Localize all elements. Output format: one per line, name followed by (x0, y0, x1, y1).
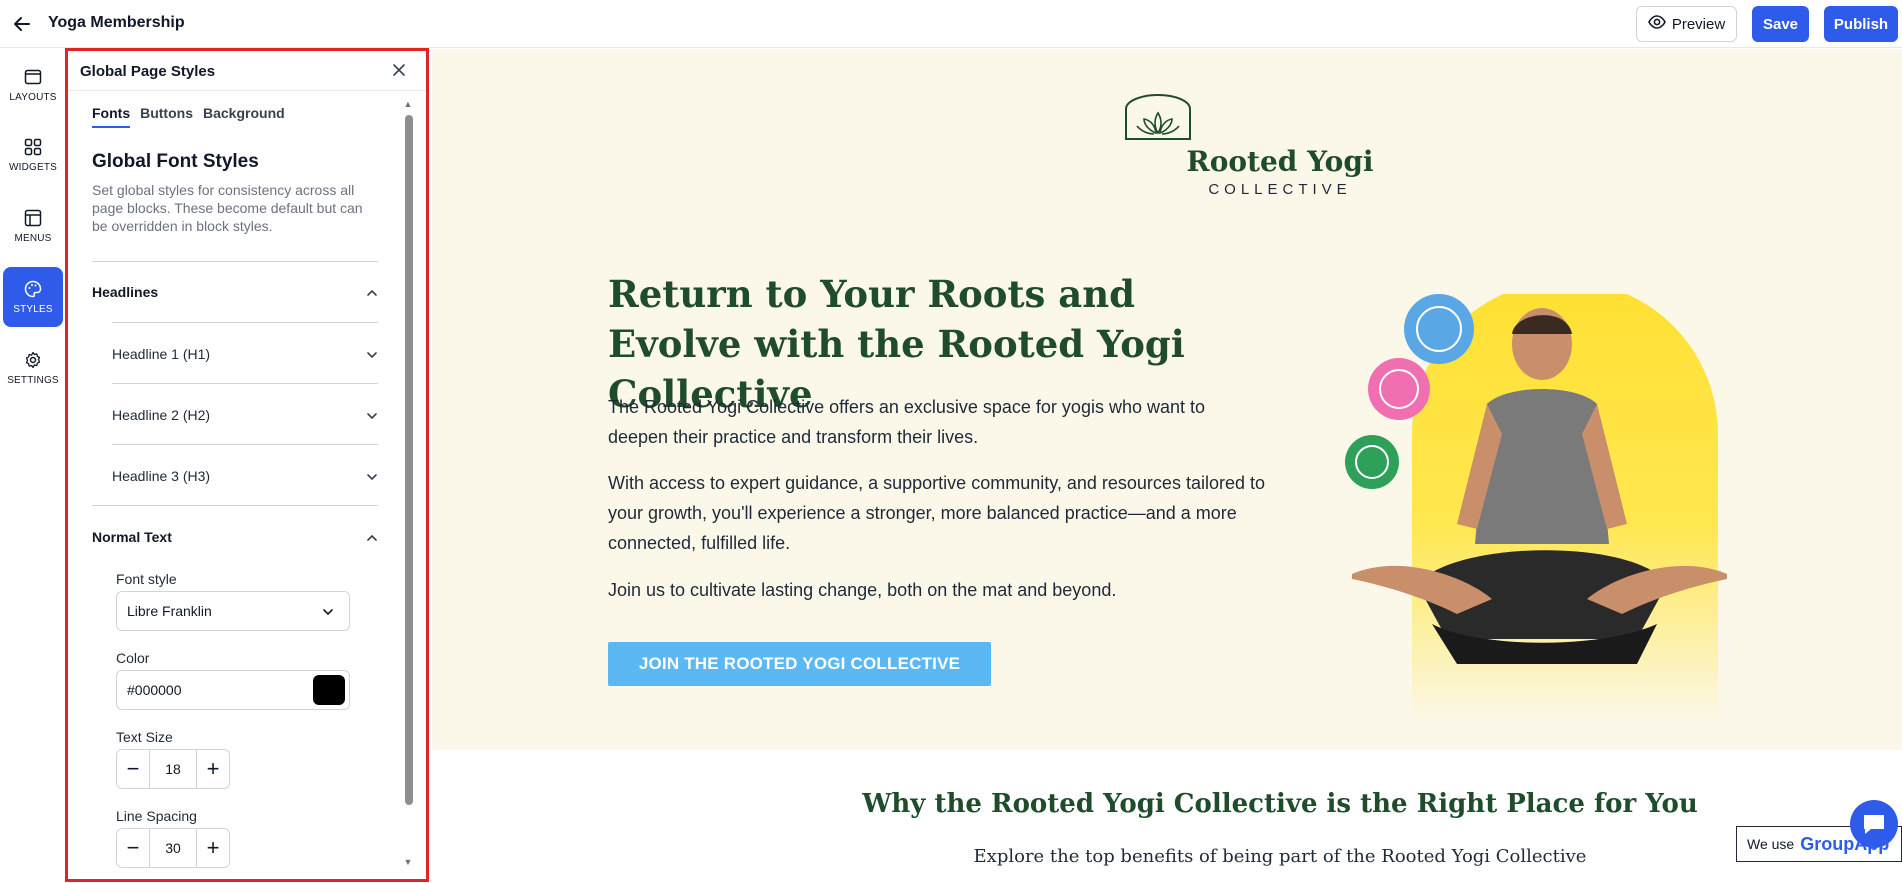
panel-title: Global Page Styles (80, 63, 216, 80)
widgets-grid-icon (24, 138, 42, 155)
rail-item-styles[interactable]: STYLES (3, 267, 63, 327)
eye-icon (1647, 15, 1666, 33)
chevron-down-icon (323, 609, 333, 616)
rail-item-layouts[interactable]: LAYOUTS (3, 55, 63, 115)
meditating-man-image (1345, 294, 1727, 724)
text-size-label: Text Size (116, 729, 173, 745)
accordion-headline-3[interactable]: Headline 3 (H3) (112, 468, 210, 484)
line-spacing-label: Line Spacing (116, 808, 197, 824)
tab-buttons[interactable]: Buttons (140, 105, 193, 128)
text-size-value[interactable]: 18 (149, 750, 197, 788)
scroll-down-arrow-icon[interactable]: ▼ (403, 857, 413, 867)
hero-paragraph: The Rooted Yogi Collective offers an exc… (608, 397, 1206, 447)
brand-subtitle: COLLECTIVE (1208, 181, 1352, 198)
rail-item-menus[interactable]: MENUS (3, 196, 63, 256)
minus-icon[interactable]: − (117, 750, 149, 788)
rail-item-label: WIDGETS (8, 161, 58, 173)
divider (92, 261, 378, 262)
chat-bubble-icon[interactable] (1850, 800, 1898, 848)
rail-item-widgets[interactable]: WIDGETS (3, 125, 63, 185)
preview-button[interactable]: Preview (1636, 6, 1737, 42)
join-button[interactable]: JOIN THE ROOTED YOGI COLLECTIVE (608, 642, 991, 686)
back-arrow-icon[interactable] (10, 12, 34, 36)
text-size-stepper: − 18 + (116, 749, 230, 789)
section-title: Global Font Styles (92, 151, 259, 172)
save-button[interactable]: Save (1752, 6, 1809, 42)
tab-background[interactable]: Background (203, 105, 285, 128)
plus-icon[interactable]: + (197, 829, 229, 867)
panel-header: Global Page Styles (68, 51, 426, 91)
benefits-subheading: Explore the top benefits of being part o… (973, 846, 1587, 867)
palette-icon (24, 280, 42, 297)
hero-section[interactable]: Rooted Yogi COLLECTIVE Return to Your Ro… (432, 49, 1902, 750)
font-style-label: Font style (116, 571, 177, 587)
chevron-down-icon[interactable] (365, 409, 379, 423)
left-rail: LAYOUTS WIDGETS MENUS STYLES SETTINGS (0, 49, 64, 883)
brand-name: Rooted Yogi (1186, 145, 1374, 178)
close-icon[interactable] (391, 62, 409, 80)
color-swatch[interactable] (313, 675, 345, 705)
cookie-text: We use (1747, 836, 1795, 852)
menus-icon (24, 209, 42, 226)
accordion-headline-1[interactable]: Headline 1 (H1) (112, 346, 210, 362)
chevron-down-icon[interactable] (365, 348, 379, 362)
line-spacing-stepper: − 30 + (116, 828, 230, 868)
panel-tabs: Fonts Buttons Background (92, 105, 285, 128)
color-label: Color (116, 650, 150, 666)
color-field[interactable]: #000000 (116, 670, 350, 710)
preview-label: Preview (1671, 15, 1726, 33)
panel-scrollbar-thumb[interactable] (405, 115, 413, 805)
hero-paragraph: Join us to cultivate lasting change, bot… (608, 580, 1117, 600)
accordion-headlines[interactable]: Headlines (92, 284, 158, 300)
chevron-up-icon[interactable] (365, 531, 379, 545)
scroll-up-arrow-icon[interactable]: ▲ (403, 99, 413, 109)
rail-item-label: SETTINGS (7, 374, 59, 386)
font-style-value: Libre Franklin (127, 603, 212, 619)
rail-item-label: LAYOUTS (9, 91, 57, 103)
chevron-down-icon[interactable] (365, 470, 379, 484)
top-bar: Yoga Membership Preview Save Publish (0, 0, 1902, 48)
divider (112, 322, 378, 323)
line-spacing-value[interactable]: 30 (149, 829, 197, 867)
benefits-heading: Why the Rooted Yogi Collective is the Ri… (862, 789, 1698, 819)
divider (112, 444, 378, 445)
global-page-styles-panel: Global Page Styles ▲ ▼ Fonts Buttons Bac… (65, 48, 429, 882)
color-value: #000000 (127, 682, 182, 698)
accordion-normal-text[interactable]: Normal Text (92, 529, 172, 545)
divider (92, 505, 378, 506)
chevron-up-icon[interactable] (365, 286, 379, 300)
tab-fonts[interactable]: Fonts (92, 105, 131, 128)
page-canvas: Rooted Yogi COLLECTIVE Return to Your Ro… (432, 49, 1902, 883)
rail-item-settings[interactable]: SETTINGS (3, 338, 63, 398)
gear-icon (25, 351, 41, 368)
minus-icon[interactable]: − (117, 829, 149, 867)
publish-button[interactable]: Publish (1824, 6, 1898, 42)
section-description: Set global styles for consistency across… (92, 182, 363, 234)
font-style-select[interactable]: Libre Franklin (116, 591, 350, 631)
page-title: Yoga Membership (48, 14, 185, 31)
rail-item-label: MENUS (14, 232, 52, 244)
layout-icon (24, 69, 42, 84)
accordion-headline-2[interactable]: Headline 2 (H2) (112, 407, 210, 423)
divider (112, 383, 378, 384)
rail-item-label: STYLES (13, 303, 53, 315)
hero-paragraph: With access to expert guidance, a suppor… (608, 473, 1265, 553)
lotus-logo-icon (1125, 94, 1191, 140)
plus-icon[interactable]: + (197, 750, 229, 788)
